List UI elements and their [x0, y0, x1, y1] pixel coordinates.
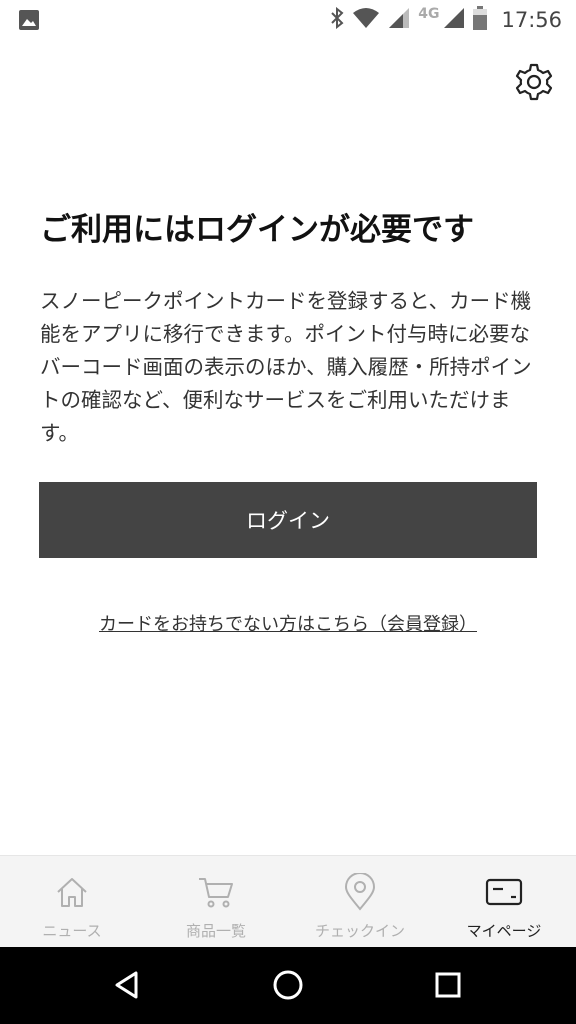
status-time: 17:56	[501, 8, 562, 32]
card-icon	[485, 872, 523, 912]
home-circle-icon	[271, 968, 305, 1006]
signal-icon	[388, 7, 410, 33]
image-icon	[18, 9, 40, 35]
nav-item-products[interactable]: 商品一覧	[144, 856, 288, 948]
wifi-icon	[352, 7, 380, 33]
nav-label-news: ニュース	[42, 922, 102, 940]
login-button[interactable]: ログイン	[39, 482, 537, 558]
system-recents-button[interactable]	[426, 965, 470, 1009]
recents-icon	[433, 970, 463, 1004]
network-type: 4G	[418, 6, 440, 22]
nav-item-checkin[interactable]: チェックイン	[288, 856, 432, 948]
register-link[interactable]: カードをお持ちでない方はこちら（会員登録）	[99, 614, 477, 635]
battery-icon	[473, 6, 488, 34]
bottom-nav: ニュース 商品一覧 チェックイン マイページ	[0, 855, 576, 948]
status-icons: 4G 17:56	[330, 6, 562, 34]
home-icon	[54, 872, 90, 912]
nav-label-checkin: チェックイン	[314, 922, 405, 940]
nav-label-products: 商品一覧	[185, 922, 246, 940]
system-nav-bar	[0, 947, 576, 1024]
register-link-container: カードをお持ちでない方はこちら（会員登録）	[0, 610, 576, 636]
system-home-button[interactable]	[266, 965, 310, 1009]
nav-item-mypage[interactable]: マイページ	[432, 856, 576, 948]
page-title: ご利用にはログインが必要です	[40, 212, 474, 248]
login-description: スノーピークポイントカードを登録すると、カード機能をアプリに移行できます。ポイン…	[40, 289, 532, 445]
system-back-button[interactable]	[106, 965, 150, 1009]
bluetooth-icon	[330, 6, 344, 33]
nav-item-news[interactable]: ニュース	[0, 856, 144, 948]
nav-label-mypage: マイページ	[466, 922, 542, 940]
settings-button[interactable]	[512, 62, 556, 106]
location-pin-icon	[343, 872, 377, 912]
gear-icon	[514, 62, 554, 106]
status-bar: 4G 17:56	[0, 0, 576, 40]
back-icon	[112, 969, 144, 1005]
signal-icon-2	[443, 7, 465, 33]
cart-icon	[197, 872, 235, 912]
